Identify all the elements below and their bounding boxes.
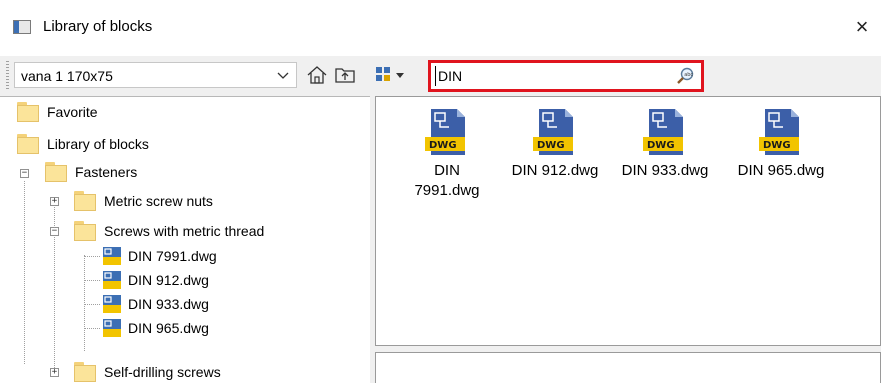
window-title: Library of blocks bbox=[43, 18, 153, 35]
folder-icon bbox=[45, 162, 67, 182]
title-bar: Library of blocks × bbox=[0, 0, 881, 56]
folder-tree[interactable]: Favorite Library of blocks − Fasteners +… bbox=[0, 96, 370, 383]
tree-item-metric-screw-nuts[interactable]: Metric screw nuts bbox=[74, 189, 213, 213]
tree-item-label: Fasteners bbox=[75, 164, 138, 180]
view-mode-icon[interactable] bbox=[374, 64, 408, 86]
dwg-file-icon: DWG bbox=[643, 109, 683, 155]
file-view[interactable]: DWG DIN 7991.dwg DWG DIN 912.dwg DWG DIN… bbox=[375, 96, 881, 346]
collapse-toggle-icon[interactable]: − bbox=[20, 169, 29, 178]
svg-text:abc: abc bbox=[684, 72, 693, 78]
dwg-file-icon bbox=[103, 271, 121, 289]
tree-connector bbox=[84, 255, 85, 351]
block-select-combo[interactable]: vana 1 170x75 bbox=[14, 62, 297, 88]
tree-item-label: DIN 933.dwg bbox=[128, 296, 209, 312]
tree-item-label: Metric screw nuts bbox=[104, 193, 213, 209]
toolbar-grip[interactable] bbox=[6, 61, 9, 91]
block-select-value: vana 1 170x75 bbox=[21, 68, 113, 84]
svg-text:DWG: DWG bbox=[763, 140, 791, 151]
file-item-din-933[interactable]: DWG DIN 933.dwg bbox=[606, 107, 724, 181]
tree-item-label: DIN 7991.dwg bbox=[128, 248, 217, 264]
tree-item-library-of-blocks[interactable]: Library of blocks bbox=[17, 132, 149, 156]
file-label: DIN 965.dwg bbox=[737, 162, 825, 179]
tree-item-favorite[interactable]: Favorite bbox=[17, 100, 98, 124]
folder-icon bbox=[74, 191, 96, 211]
file-item-din-965[interactable]: DWG DIN 965.dwg bbox=[722, 107, 840, 181]
search-box: abc bbox=[428, 60, 704, 92]
tree-item-label: Favorite bbox=[47, 104, 98, 120]
dwg-file-icon bbox=[103, 319, 121, 337]
svg-text:DWG: DWG bbox=[537, 140, 565, 151]
svg-text:DWG: DWG bbox=[429, 140, 457, 151]
file-item-din-912[interactable]: DWG DIN 912.dwg bbox=[496, 107, 614, 181]
app-window-icon bbox=[13, 20, 31, 34]
tree-item-self-drilling-screws[interactable]: Self-drilling screws bbox=[74, 360, 221, 383]
tree-file-din-965[interactable]: DIN 965.dwg bbox=[102, 316, 209, 340]
close-button[interactable]: × bbox=[849, 12, 875, 42]
chevron-down-icon[interactable] bbox=[274, 66, 292, 84]
dwg-file-icon bbox=[103, 247, 121, 265]
tree-item-label: DIN 912.dwg bbox=[128, 272, 209, 288]
dwg-file-icon: DWG bbox=[425, 109, 465, 155]
folder-icon bbox=[74, 221, 96, 241]
folder-icon bbox=[17, 134, 39, 154]
tree-item-screws-metric-thread[interactable]: Screws with metric thread bbox=[74, 219, 264, 243]
tree-connector bbox=[84, 256, 100, 257]
tree-file-din-912[interactable]: DIN 912.dwg bbox=[102, 268, 209, 292]
file-label: DIN 7991.dwg bbox=[414, 162, 480, 199]
dwg-file-icon: DWG bbox=[533, 109, 573, 155]
tree-item-label: DIN 965.dwg bbox=[128, 320, 209, 336]
folder-icon bbox=[17, 102, 39, 122]
tree-connector bbox=[84, 304, 100, 305]
file-label: DIN 933.dwg bbox=[621, 162, 709, 179]
home-icon[interactable] bbox=[306, 64, 328, 86]
svg-text:DWG: DWG bbox=[647, 140, 675, 151]
folder-icon bbox=[74, 362, 96, 382]
file-label: DIN 912.dwg bbox=[511, 162, 599, 179]
folder-up-icon[interactable] bbox=[334, 64, 356, 86]
search-icon[interactable]: abc bbox=[676, 66, 696, 86]
tree-connector bbox=[84, 280, 100, 281]
tree-item-label: Library of blocks bbox=[47, 136, 149, 152]
toolbar: vana 1 170x75 abc bbox=[0, 56, 881, 96]
dwg-file-icon bbox=[103, 295, 121, 313]
tree-item-fasteners[interactable]: Fasteners bbox=[45, 160, 137, 184]
dwg-file-icon: DWG bbox=[759, 109, 799, 155]
tree-item-label: Self-drilling screws bbox=[104, 364, 221, 380]
search-input[interactable] bbox=[435, 66, 678, 86]
tree-item-label: Screws with metric thread bbox=[104, 223, 265, 239]
tree-file-din-7991[interactable]: DIN 7991.dwg bbox=[102, 244, 217, 268]
collapse-toggle-icon[interactable]: − bbox=[50, 227, 59, 236]
expand-toggle-icon[interactable]: + bbox=[50, 197, 59, 206]
tree-connector bbox=[24, 181, 25, 364]
preview-panel bbox=[375, 352, 881, 383]
tree-connector bbox=[84, 328, 100, 329]
expand-toggle-icon[interactable]: + bbox=[50, 368, 59, 377]
file-item-din-7991[interactable]: DWG DIN 7991.dwg bbox=[388, 107, 506, 201]
tree-file-din-933[interactable]: DIN 933.dwg bbox=[102, 292, 209, 316]
